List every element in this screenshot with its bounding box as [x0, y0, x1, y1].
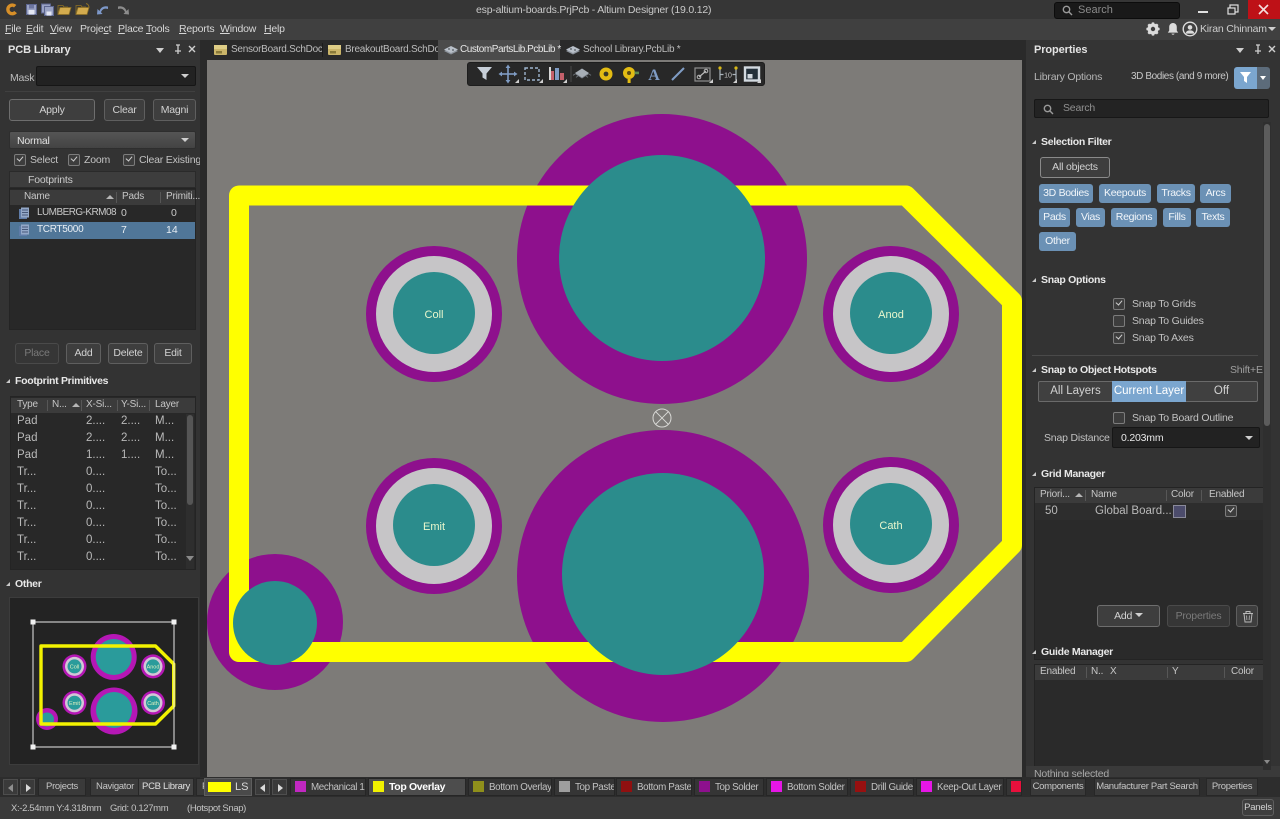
svg-text:Emit: Emit — [423, 521, 445, 533]
svg-text:Emit: Emit — [69, 701, 80, 707]
svg-text:Coll: Coll — [70, 664, 79, 670]
svg-text:A: A — [648, 67, 660, 84]
svg-text:10: 10 — [724, 73, 732, 80]
svg-text:Cath: Cath — [879, 520, 902, 532]
svg-text:Cath: Cath — [147, 701, 159, 707]
svg-text:Coll: Coll — [425, 309, 444, 321]
svg-text:Anod: Anod — [147, 664, 160, 670]
svg-text:Anod: Anod — [878, 309, 904, 321]
